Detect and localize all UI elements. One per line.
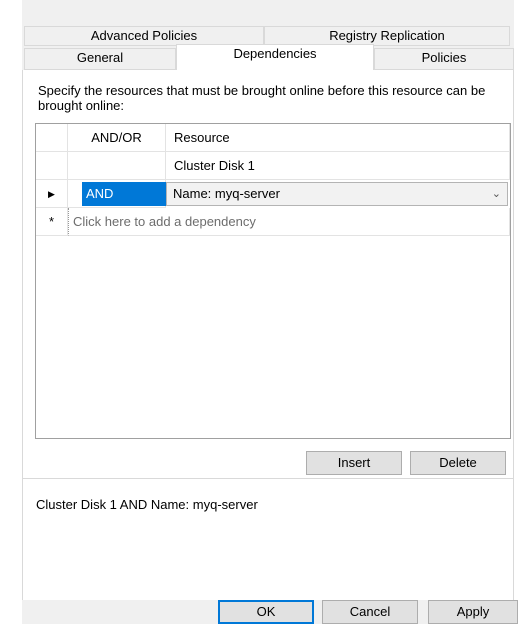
new-row-placeholder[interactable]: Click here to add a dependency <box>68 208 510 236</box>
instructions-text: Specify the resources that must be broug… <box>38 83 486 113</box>
tab-dependencies[interactable]: Dependencies <box>176 44 374 71</box>
andor-cell[interactable] <box>68 152 166 180</box>
delete-button[interactable]: Delete <box>410 451 506 475</box>
chevron-down-icon[interactable]: ⌄ <box>492 183 501 205</box>
column-header-andor[interactable]: AND/OR <box>68 124 166 152</box>
divider <box>22 478 514 479</box>
tab-registry-replication[interactable]: Registry Replication <box>264 26 510 46</box>
cancel-button[interactable]: Cancel <box>322 600 418 624</box>
apply-button[interactable]: Apply <box>428 600 518 624</box>
resource-dropdown-value: Name: myq-server <box>173 186 280 201</box>
table-row[interactable]: Cluster Disk 1 <box>36 152 510 180</box>
new-row[interactable]: * Click here to add a dependency <box>36 208 510 236</box>
resource-cell[interactable]: Cluster Disk 1 <box>166 152 510 180</box>
tab-general[interactable]: General <box>24 48 176 70</box>
row-header-corner <box>36 124 68 152</box>
andor-selected-value[interactable]: AND <box>82 182 168 206</box>
column-header-resource[interactable]: Resource <box>166 124 510 152</box>
resource-dropdown[interactable]: Name: myq-server ⌄ <box>166 182 508 206</box>
andor-cell[interactable]: AND <box>68 180 168 208</box>
insert-button[interactable]: Insert <box>306 451 402 475</box>
ok-button[interactable]: OK <box>218 600 314 624</box>
row-header[interactable] <box>36 152 68 180</box>
grid-header-row: AND/OR Resource <box>36 124 510 152</box>
tab-policies[interactable]: Policies <box>374 48 514 70</box>
new-row-asterisk-icon: * <box>36 208 68 236</box>
current-row-indicator-icon[interactable]: ▶ <box>36 180 68 208</box>
table-row[interactable]: ▶ AND Name: myq-server ⌄ <box>36 180 510 208</box>
dependency-grid[interactable]: AND/OR Resource Cluster Disk 1 ▶ AND Nam… <box>35 123 511 439</box>
tab-advanced-policies[interactable]: Advanced Policies <box>24 26 264 46</box>
dependency-summary: Cluster Disk 1 AND Name: myq-server <box>36 497 258 512</box>
